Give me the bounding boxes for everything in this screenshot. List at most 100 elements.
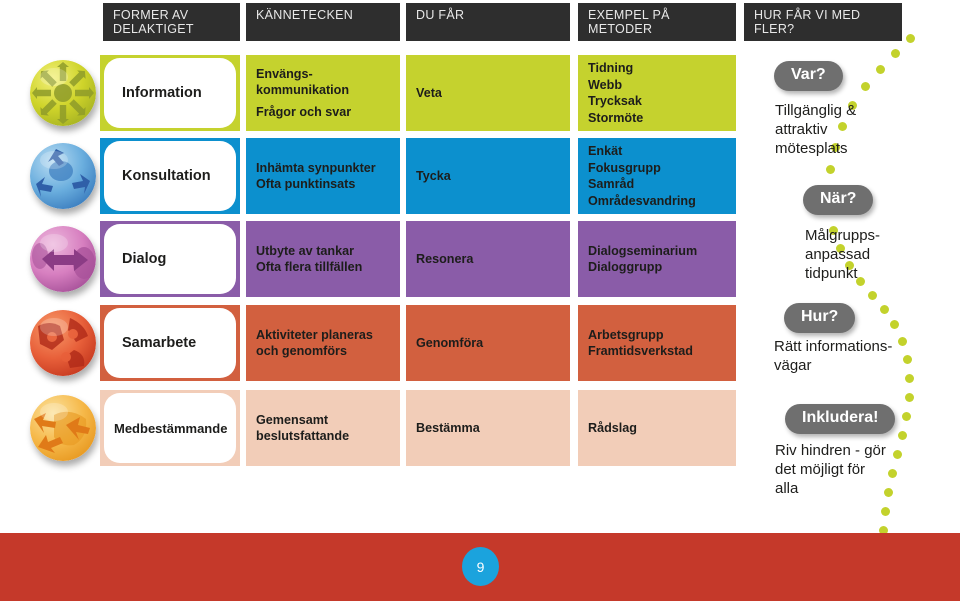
cell-du_far-medbestammande: Bestämma bbox=[406, 390, 570, 466]
answer-line: Målgrupps- bbox=[805, 227, 881, 244]
column-header-line: HUR FÅR VI MED bbox=[754, 8, 861, 22]
cell-exempel-information: Tidning Webb Trycksak Stormöte bbox=[578, 55, 736, 131]
column-header-former-av-delaktiget: FORMER AV DELAKTIGET bbox=[103, 3, 240, 41]
cell-line: Bestämma bbox=[416, 420, 480, 435]
ladder-step-label: Konsultation bbox=[122, 168, 211, 184]
cell-kannetecken-samarbete: Aktiviteter planeras och genomförs bbox=[246, 305, 400, 381]
cell-kannetecken-dialog: Utbyte av tankar Ofta flera tillfällen bbox=[246, 221, 400, 297]
ladder-step-konsultation[interactable]: Konsultation bbox=[100, 138, 240, 214]
curve-dot bbox=[891, 49, 900, 58]
cell-du_far-konsultation: Tycka bbox=[406, 138, 570, 214]
ladder-step-label: Information bbox=[122, 85, 202, 101]
cell-line: Inhämta synpunkter bbox=[256, 160, 376, 175]
sphere-double-arrow-icon bbox=[30, 226, 96, 292]
cell-line: Resonera bbox=[416, 251, 474, 266]
cell-line: Webb bbox=[588, 77, 623, 92]
cell-line: Samråd bbox=[588, 177, 635, 191]
curve-dot bbox=[902, 412, 911, 421]
curve-dot bbox=[881, 507, 890, 516]
answer-line: alla bbox=[775, 480, 799, 497]
answer-line: Tillgänglig & bbox=[775, 102, 857, 119]
column-header-line: DELAKTIGET bbox=[113, 21, 194, 36]
column-header-line: DU FÅR bbox=[416, 8, 465, 22]
cell-exempel-samarbete: Arbetsgrupp Framtidsverkstad bbox=[578, 305, 736, 381]
column-header-exempel-pa-metoder: EXEMPEL PÅ METODER bbox=[578, 3, 736, 41]
cell-line: beslutsfattande bbox=[256, 429, 350, 443]
column-header-line: KÄNNETECKEN bbox=[256, 8, 354, 22]
curve-dot bbox=[890, 320, 899, 329]
answer-line: Riv hindren - gör bbox=[775, 442, 886, 459]
curve-dot bbox=[880, 305, 889, 314]
cell-line: Tidning bbox=[588, 61, 634, 75]
ladder-step-samarbete[interactable]: Samarbete bbox=[100, 305, 240, 381]
curve-dot bbox=[868, 291, 877, 300]
answer-line: anpassad bbox=[805, 246, 871, 263]
column-header-hur-far-vi-med-fler: HUR FÅR VI MED FLER? bbox=[744, 3, 902, 41]
ladder-step-information[interactable]: Information bbox=[100, 55, 240, 131]
question-badge-hur[interactable]: Hur? bbox=[784, 303, 856, 333]
cell-line: Dialoggrupp bbox=[588, 260, 663, 274]
column-header-du-far: DU FÅR bbox=[406, 3, 570, 41]
ladder-step-pill: Konsultation bbox=[104, 141, 236, 211]
curve-dot bbox=[861, 82, 870, 91]
question-answer-inkludera: Riv hindren - gör det möjligt för alla bbox=[775, 441, 940, 498]
cell-line: Rådslag bbox=[588, 420, 637, 435]
answer-line: vägar bbox=[774, 357, 812, 374]
cell-line: Veta bbox=[416, 85, 442, 100]
cell-line: och genomförs bbox=[256, 344, 347, 358]
question-badge-inkludera[interactable]: Inkludera! bbox=[785, 404, 896, 434]
cell-kannetecken-information: Envängs-kommunikation Frågor och svar bbox=[246, 55, 400, 131]
cell-line: Fokusgrupp bbox=[588, 160, 661, 175]
question-badge-var[interactable]: Var? bbox=[774, 61, 843, 91]
cell-exempel-medbestammande: Rådslag bbox=[578, 390, 736, 466]
ladder-step-medbestammande[interactable]: Medbestämmande bbox=[100, 390, 240, 466]
ladder-step-pill: Samarbete bbox=[104, 308, 236, 378]
cell-du_far-dialog: Resonera bbox=[406, 221, 570, 297]
cell-line: Ofta flera tillfällen bbox=[256, 260, 363, 274]
ladder-step-label: Dialog bbox=[122, 251, 167, 267]
ladder-step-label: Medbestämmande bbox=[114, 420, 228, 436]
cell-line: Enkät bbox=[588, 144, 623, 158]
slide-canvas: FORMER AV DELAKTIGET KÄNNETECKEN DU FÅR EXEM… bbox=[0, 0, 960, 601]
sphere-radiating-arrows-icon bbox=[30, 60, 96, 126]
cell-line: Utbyte av tankar bbox=[256, 243, 354, 258]
column-header-line: FORMER AV bbox=[113, 8, 189, 22]
cell-line: Arbetsgrupp bbox=[588, 327, 664, 342]
ladder-step-pill: Information bbox=[104, 58, 236, 128]
column-header-line: FLER? bbox=[754, 21, 795, 36]
sphere-network-nodes-icon bbox=[30, 310, 96, 376]
cell-exempel-dialog: Dialogseminarium Dialoggrupp bbox=[578, 221, 736, 297]
question-answer-hur: Rätt informations-vägar bbox=[774, 337, 939, 375]
cell-line: Tycka bbox=[416, 168, 451, 183]
cell-line: kommunikation bbox=[256, 83, 350, 98]
cell-line: Frågor och svar bbox=[256, 104, 352, 119]
cell-line: Envängs- bbox=[256, 66, 313, 81]
cell-line: Stormöte bbox=[588, 110, 644, 125]
curve-dot bbox=[905, 393, 914, 402]
cell-du_far-samarbete: Genomföra bbox=[406, 305, 570, 381]
ladder-step-pill: Dialog bbox=[104, 224, 236, 294]
cell-line: Gemensamt bbox=[256, 412, 329, 427]
question-answer-var: Tillgänglig & attraktiv mötesplats bbox=[775, 101, 940, 158]
curve-dot bbox=[906, 34, 915, 43]
answer-line: mötesplats bbox=[775, 140, 848, 157]
cell-line: Dialogseminarium bbox=[588, 243, 698, 258]
cell-line: Framtidsverkstad bbox=[588, 344, 693, 358]
cell-du_far-information: Veta bbox=[406, 55, 570, 131]
column-header-line: METODER bbox=[588, 21, 653, 36]
cell-line: Trycksak bbox=[588, 94, 642, 108]
sphere-inward-arrows-icon bbox=[30, 143, 96, 209]
cell-kannetecken-konsultation: Inhämta synpunkter Ofta punktinsats bbox=[246, 138, 400, 214]
curve-dot bbox=[826, 165, 835, 174]
ladder-step-dialog[interactable]: Dialog bbox=[100, 221, 240, 297]
column-header-line: EXEMPEL PÅ bbox=[588, 8, 670, 22]
question-answer-nar: Målgrupps-anpassad tidpunkt bbox=[805, 226, 960, 283]
sphere-converging-arrows-icon bbox=[30, 395, 96, 461]
answer-line: Rätt informations- bbox=[774, 338, 893, 355]
curve-dot bbox=[905, 374, 914, 383]
question-badge-nar[interactable]: När? bbox=[803, 185, 874, 215]
answer-line: tidpunkt bbox=[805, 265, 858, 282]
page-number-badge: 9 bbox=[462, 547, 499, 586]
cell-line: Aktiviteter planeras bbox=[256, 327, 373, 342]
cell-exempel-konsultation: Enkät Fokusgrupp Samråd Områdesvandring bbox=[578, 138, 736, 214]
